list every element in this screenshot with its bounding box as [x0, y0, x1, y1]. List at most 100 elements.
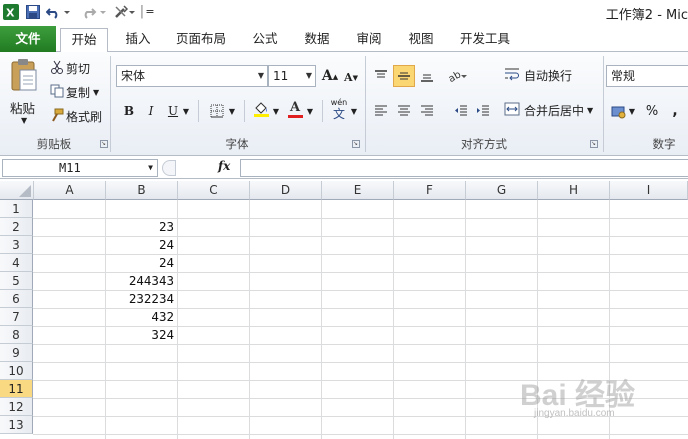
- column-header-b[interactable]: B: [106, 181, 178, 200]
- svg-text:ab: ab: [447, 69, 463, 84]
- merge-center-button[interactable]: 合并后居中 ▼: [504, 102, 593, 119]
- tab-page-layout[interactable]: 页面布局: [170, 28, 232, 52]
- cell-b4[interactable]: 24: [106, 254, 178, 272]
- copy-dropdown-icon[interactable]: ▼: [93, 88, 99, 97]
- insert-function-icon[interactable]: fx: [218, 159, 230, 173]
- undo-icon[interactable]: [44, 3, 74, 20]
- redo-icon[interactable]: [80, 3, 110, 20]
- font-name-dropdown-icon[interactable]: ▼: [258, 66, 264, 86]
- gridline: [33, 344, 688, 345]
- align-center-icon[interactable]: [393, 100, 415, 122]
- column-header-e[interactable]: E: [322, 181, 394, 200]
- tab-insert[interactable]: 插入: [116, 28, 160, 52]
- font-color-icon[interactable]: A: [284, 98, 306, 120]
- save-icon[interactable]: [24, 3, 42, 20]
- row-header-9[interactable]: 9: [0, 344, 33, 362]
- orientation-icon[interactable]: ab: [446, 65, 468, 87]
- cell-b3[interactable]: 24: [106, 236, 178, 254]
- borders-icon[interactable]: [206, 100, 228, 122]
- row-header-7[interactable]: 7: [0, 308, 33, 326]
- tab-file[interactable]: 文件: [0, 26, 56, 52]
- borders-dropdown-icon[interactable]: ▼: [226, 100, 238, 122]
- name-box[interactable]: M11 ▼: [2, 159, 158, 177]
- worksheet-grid: A B C D E F G H I 1 2 3 4 5 6 7 8 9 10 1…: [0, 181, 688, 439]
- fill-color-dropdown-icon[interactable]: ▼: [270, 100, 282, 122]
- tab-review[interactable]: 审阅: [348, 28, 390, 52]
- tab-data[interactable]: 数据: [296, 28, 338, 52]
- italic-button[interactable]: I: [140, 100, 162, 122]
- align-left-icon[interactable]: [370, 100, 392, 122]
- name-box-dropdown-icon[interactable]: ▼: [148, 160, 153, 176]
- formula-bar-splitter-icon[interactable]: [162, 160, 176, 176]
- shrink-font-icon[interactable]: A ▼: [340, 66, 362, 88]
- font-size-combo[interactable]: 11 ▼: [268, 65, 316, 87]
- paste-dropdown-icon[interactable]: ▼: [21, 116, 27, 125]
- bold-button[interactable]: B: [118, 100, 140, 122]
- font-group-label: 字体: [225, 137, 249, 151]
- align-middle-icon[interactable]: [393, 65, 415, 87]
- align-bottom-icon[interactable]: [416, 65, 438, 87]
- copy-button[interactable]: 复制 ▼: [50, 84, 99, 101]
- row-header-1[interactable]: 1: [0, 200, 33, 218]
- accounting-dropdown-icon[interactable]: ▼: [626, 100, 638, 122]
- font-dialog-launcher-icon[interactable]: ↘: [352, 140, 360, 148]
- row-header-3[interactable]: 3: [0, 236, 33, 254]
- clipboard-dialog-launcher-icon[interactable]: ↘: [100, 140, 108, 148]
- row-header-11-selected[interactable]: 11: [0, 380, 33, 398]
- underline-dropdown-icon[interactable]: ▼: [180, 100, 192, 122]
- excel-logo-icon: X: [2, 3, 20, 20]
- decrease-indent-icon[interactable]: [450, 100, 472, 122]
- cut-button[interactable]: 剪切: [50, 60, 90, 77]
- tab-view[interactable]: 视图: [400, 28, 442, 52]
- align-top-icon[interactable]: [370, 65, 392, 87]
- number-format-combo[interactable]: 常规: [606, 65, 688, 87]
- cell-b8[interactable]: 324: [106, 326, 178, 344]
- wrap-text-button[interactable]: 自动换行: [504, 67, 572, 84]
- column-header-h[interactable]: H: [538, 181, 610, 200]
- customize-quick-access-icon[interactable]: =: [144, 3, 156, 20]
- increase-indent-icon[interactable]: [472, 100, 494, 122]
- row-header-8[interactable]: 8: [0, 326, 33, 344]
- percent-style-button[interactable]: %: [641, 100, 663, 122]
- align-right-icon[interactable]: [416, 100, 438, 122]
- scissors-icon: [50, 60, 66, 77]
- row-header-2[interactable]: 2: [0, 218, 33, 236]
- column-header-f[interactable]: F: [394, 181, 466, 200]
- cell-b2[interactable]: 23: [106, 218, 178, 236]
- column-header-g[interactable]: G: [466, 181, 538, 200]
- merge-dropdown-icon[interactable]: ▼: [587, 106, 593, 115]
- tools-icon[interactable]: [112, 3, 138, 20]
- fill-color-icon[interactable]: [250, 98, 272, 120]
- cell-b5[interactable]: 244343: [106, 272, 178, 290]
- row-header-12[interactable]: 12: [0, 398, 33, 416]
- font-size-dropdown-icon[interactable]: ▼: [306, 66, 312, 86]
- row-header-4[interactable]: 4: [0, 254, 33, 272]
- tab-home[interactable]: 开始: [60, 28, 108, 53]
- column-header-c[interactable]: C: [178, 181, 250, 200]
- phonetic-guide-icon[interactable]: wén 文: [328, 96, 350, 122]
- row-header-5[interactable]: 5: [0, 272, 33, 290]
- font-color-dropdown-icon[interactable]: ▼: [304, 100, 316, 122]
- grow-font-icon[interactable]: A ▲: [319, 65, 341, 87]
- cell-b6[interactable]: 232234: [106, 290, 178, 308]
- row-header-10[interactable]: 10: [0, 362, 33, 380]
- wrap-text-icon: [504, 67, 524, 84]
- column-header-d[interactable]: D: [250, 181, 322, 200]
- column-header-a[interactable]: A: [34, 181, 106, 200]
- row-header-6[interactable]: 6: [0, 290, 33, 308]
- number-group-label: 数字: [652, 137, 676, 151]
- alignment-dialog-launcher-icon[interactable]: ↘: [590, 140, 598, 148]
- row-header-13[interactable]: 13: [0, 416, 33, 434]
- font-name-combo[interactable]: 宋体 ▼: [116, 65, 268, 87]
- phonetic-dropdown-icon[interactable]: ▼: [348, 100, 360, 122]
- cell-b7[interactable]: 432: [106, 308, 178, 326]
- column-header-i[interactable]: I: [610, 181, 688, 200]
- comma-style-button[interactable]: ,: [664, 100, 686, 122]
- paste-button[interactable]: 粘贴 ▼: [4, 56, 46, 132]
- tab-formulas[interactable]: 公式: [244, 28, 286, 52]
- copy-label: 复制: [66, 86, 91, 100]
- tab-developer[interactable]: 开发工具: [452, 28, 518, 52]
- formula-input[interactable]: [240, 159, 688, 177]
- format-painter-button[interactable]: 格式刷: [50, 108, 102, 125]
- select-all-corner[interactable]: [0, 181, 34, 200]
